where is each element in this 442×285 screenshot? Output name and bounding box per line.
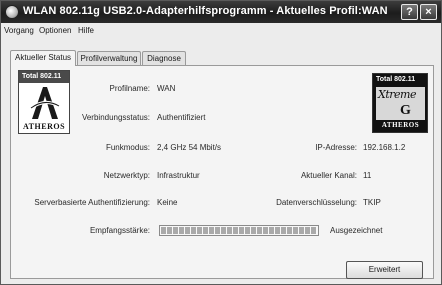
advanced-button[interactable]: Erweitert bbox=[346, 261, 423, 279]
server-auth-value: Keine bbox=[157, 198, 178, 207]
profile-name-label: Profilname: bbox=[109, 84, 150, 93]
current-channel-value: 11 bbox=[363, 171, 372, 180]
atheros-logo: Total 802.11 ATHEROS bbox=[18, 70, 70, 134]
data-encryption-value: TKIP bbox=[363, 198, 381, 207]
network-type-value: Infrastruktur bbox=[157, 171, 200, 180]
radio-mode-label: Funkmodus: bbox=[105, 143, 150, 152]
tab-profilverwaltung[interactable]: Profilverwaltung bbox=[77, 51, 141, 66]
signal-strength-value: Ausgezeichnet bbox=[330, 226, 383, 235]
connection-status-value: Authentifiziert bbox=[157, 113, 206, 122]
ip-address-label: IP-Adresse: bbox=[315, 143, 357, 152]
profile-name-value: WAN bbox=[157, 84, 176, 93]
logo-band-text: Total 802.11 bbox=[19, 71, 69, 83]
signal-strength-label: Empfangsstärke: bbox=[89, 226, 150, 235]
tab-diagnose[interactable]: Diagnose bbox=[142, 51, 186, 66]
current-channel-label: Aktueller Kanal: bbox=[300, 171, 357, 180]
ip-address-value: 192.168.1.2 bbox=[363, 143, 406, 152]
utility-window: WLAN 802.11g USB2.0-Adapterhilfsprogramm… bbox=[0, 0, 442, 285]
signal-strength-fill bbox=[161, 227, 317, 234]
menu-vorgang[interactable]: Vorgang bbox=[4, 26, 34, 35]
radio-mode-value: 2,4 GHz 54 Mbit/s bbox=[157, 143, 222, 152]
close-window-button[interactable]: × bbox=[420, 4, 437, 20]
xtreme-g-logo: Total 802.11 Xtreme G ATHEROS bbox=[372, 73, 428, 133]
atheros-a-icon bbox=[30, 87, 60, 119]
logo-right-caption: ATHEROS bbox=[381, 121, 420, 129]
network-type-label: Netzwerktyp: bbox=[103, 171, 150, 180]
menu-hilfe[interactable]: Hilfe bbox=[78, 26, 94, 35]
logo-caption: ATHEROS bbox=[22, 122, 66, 131]
logo-right-top-text: Total 802.11 bbox=[376, 76, 416, 83]
wlan-app-icon bbox=[5, 5, 19, 19]
menu-optionen[interactable]: Optionen bbox=[39, 26, 71, 35]
logo-right-box: Xtreme G bbox=[376, 87, 425, 120]
signal-strength-meter bbox=[159, 225, 319, 236]
menu-bar: Vorgang Optionen Hilfe bbox=[1, 23, 441, 39]
help-button[interactable]: ? bbox=[401, 4, 418, 20]
server-auth-label: Serverbasierte Authentifizierung: bbox=[34, 198, 150, 207]
title-bar: WLAN 802.11g USB2.0-Adapterhilfsprogramm… bbox=[1, 1, 441, 23]
logo-script-text: Xtreme bbox=[378, 88, 416, 101]
connection-status-label: Verbindungsstatus: bbox=[81, 113, 150, 122]
logo-g-letter: G bbox=[400, 103, 411, 118]
window-title: WLAN 802.11g USB2.0-Adapterhilfsprogramm… bbox=[23, 5, 388, 17]
tab-aktueller-status[interactable]: Aktueller Status bbox=[10, 50, 76, 66]
data-encryption-label: Datenverschlüsselung: bbox=[276, 198, 357, 207]
